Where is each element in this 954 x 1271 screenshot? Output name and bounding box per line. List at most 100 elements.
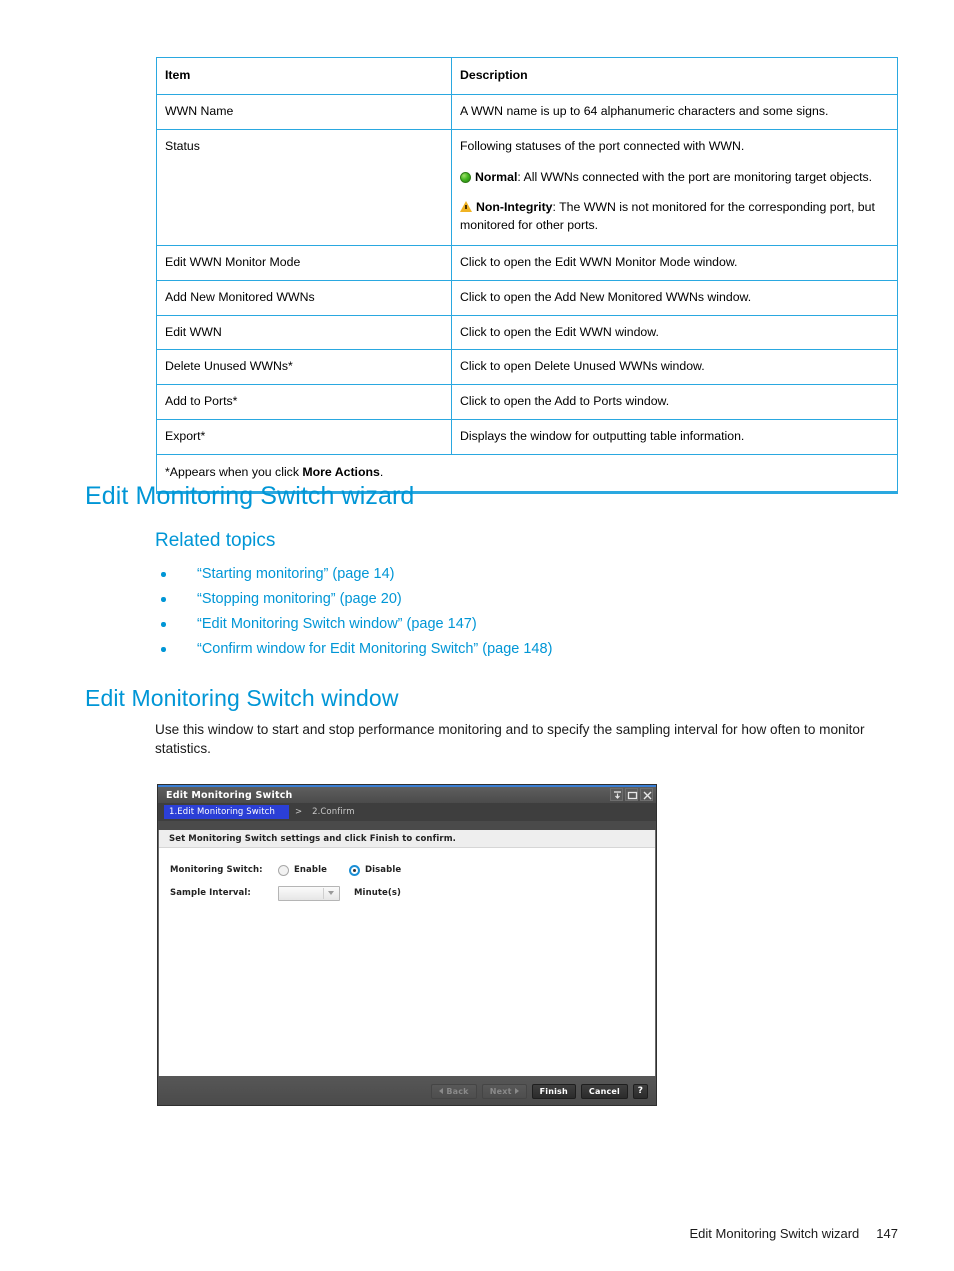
sample-interval-label: Sample Interval: [170, 888, 251, 898]
footnote-prefix: *Appears when you click [165, 464, 303, 479]
step-1-edit-monitoring-switch[interactable]: 1.Edit Monitoring Switch [164, 805, 289, 819]
sample-interval-unit: Minute(s) [354, 888, 402, 898]
dialog-title-bar: Edit Monitoring Switch [158, 787, 656, 803]
related-topics-list: “Starting monitoring” (page 14) “Stoppin… [155, 565, 855, 665]
cell-description: Displays the window for outputting table… [451, 419, 898, 455]
related-topic-link[interactable]: “Stopping monitoring” (page 20) [197, 591, 402, 607]
monitoring-switch-row: Monitoring Switch: Enable Disable [170, 860, 655, 880]
list-item[interactable]: “Confirm window for Edit Monitoring Swit… [155, 640, 855, 660]
dialog-form: Monitoring Switch: Enable Disable Sample… [159, 848, 655, 903]
dialog-window-buttons [610, 788, 653, 801]
footer-title: Edit Monitoring Switch wizard [689, 1226, 860, 1241]
bullet-icon [161, 597, 166, 602]
maximize-icon[interactable] [625, 788, 638, 801]
table-row: Export* Displays the window for outputti… [156, 419, 898, 455]
step-separator-icon: > [294, 807, 303, 817]
bullet-icon [161, 647, 166, 652]
bullet-icon [161, 572, 166, 577]
cell-item: Add to Ports* [156, 384, 452, 421]
cell-description: A WWN name is up to 64 alphanumeric char… [451, 93, 898, 130]
footnote-bold: More Actions [302, 464, 380, 479]
column-header-item: Item [156, 57, 452, 95]
radio-disable-input[interactable] [348, 864, 360, 876]
radio-enable-input[interactable] [278, 864, 289, 876]
table-row: Edit WWN Click to open the Edit WWN wind… [156, 314, 898, 351]
page-number: 147 [876, 1226, 898, 1241]
cell-description: Click to open the Add to Ports window. [451, 384, 898, 421]
reference-table: Item Description WWN Name A WWN name is … [156, 57, 898, 494]
cell-item: Status [156, 128, 452, 246]
step-2-confirm[interactable]: 2.Confirm [308, 805, 359, 819]
chevron-right-icon [514, 1088, 519, 1094]
back-button-label: Back [446, 1086, 469, 1096]
list-item[interactable]: “Edit Monitoring Switch window” (page 14… [155, 615, 855, 635]
dialog-step-nav: 1.Edit Monitoring Switch > 2.Confirm [158, 803, 656, 821]
related-topic-link[interactable]: “Starting monitoring” (page 14) [197, 566, 394, 582]
status-intro: Following statuses of the port connected… [460, 138, 745, 153]
sample-interval-dropdown[interactable] [278, 885, 340, 901]
status-warning-line: Non-Integrity: The WWN is not monitored … [460, 199, 889, 235]
finish-button[interactable]: Finish [531, 1083, 576, 1099]
list-item[interactable]: “Starting monitoring” (page 14) [155, 565, 855, 585]
collapse-icon[interactable] [610, 788, 623, 801]
table-row: Add to Ports* Click to open the Add to P… [156, 384, 898, 421]
chevron-left-icon [439, 1088, 444, 1094]
cell-description: Click to open the Edit WWN Monitor Mode … [451, 244, 898, 281]
monitoring-switch-label: Monitoring Switch: [170, 865, 263, 875]
dialog-button-bar: Back Next Finish Cancel ? [158, 1076, 656, 1105]
related-topics-heading: Related topics [155, 530, 276, 551]
dialog-content-area: Set Monitoring Switch settings and click… [158, 830, 656, 1076]
finish-button-label: Finish [539, 1086, 568, 1096]
table-row: Edit WWN Monitor Mode Click to open the … [156, 244, 898, 281]
cancel-button-label: Cancel [588, 1086, 620, 1096]
section-paragraph: Use this window to start and stop perfor… [155, 722, 865, 757]
help-button[interactable]: ? [633, 1083, 648, 1099]
dialog-instruction-text: Set Monitoring Switch settings and click… [159, 830, 655, 848]
cell-description: Following statuses of the port connected… [451, 128, 898, 246]
footnote-suffix: . [379, 464, 384, 479]
table-row: Delete Unused WWNs* Click to open Delete… [156, 349, 898, 386]
radio-disable-label: Disable [364, 865, 402, 875]
cell-item: Edit WWN Monitor Mode [156, 244, 452, 281]
cell-item: Edit WWN [156, 314, 452, 351]
related-topic-link[interactable]: “Confirm window for Edit Monitoring Swit… [197, 641, 552, 657]
status-warning-label: Non-Integrity [476, 200, 553, 215]
table-row: WWN Name A WWN name is up to 64 alphanum… [156, 93, 898, 130]
cell-item: Export* [156, 419, 452, 455]
edit-monitoring-switch-dialog: Edit Monitoring Switch 1.Edit Monitoring… [157, 784, 657, 1106]
status-normal-line: Normal: All WWNs connected with the port… [460, 169, 889, 187]
cell-description: Click to open Delete Unused WWNs window. [451, 349, 898, 386]
status-normal-text: : All WWNs connected with the port are m… [517, 170, 873, 185]
sample-interval-row: Sample Interval: Minute(s) [170, 883, 655, 903]
page-footer: Edit Monitoring Switch wizard 147 [690, 1226, 899, 1241]
cell-item: WWN Name [156, 93, 452, 130]
column-header-description: Description [451, 57, 898, 95]
bullet-icon [161, 622, 166, 627]
related-topic-link[interactable]: “Edit Monitoring Switch window” (page 14… [197, 616, 477, 632]
chevron-down-icon [328, 891, 334, 895]
table-row: Add New Monitored WWNs Click to open the… [156, 279, 898, 316]
next-button-label: Next [489, 1086, 512, 1096]
close-icon[interactable] [640, 788, 653, 801]
table-row: Status Following statuses of the port co… [156, 128, 898, 246]
cell-description: Click to open the Add New Monitored WWNs… [451, 279, 898, 316]
cancel-button[interactable]: Cancel [580, 1083, 628, 1099]
back-button[interactable]: Back [431, 1083, 477, 1099]
cell-item: Add New Monitored WWNs [156, 279, 452, 316]
table-header-row: Item Description [156, 57, 898, 95]
next-button[interactable]: Next [481, 1083, 527, 1099]
radio-option-disable[interactable]: Disable [348, 864, 402, 876]
radio-enable-label: Enable [294, 865, 327, 875]
help-button-label: ? [637, 1086, 644, 1096]
list-item[interactable]: “Stopping monitoring” (page 20) [155, 590, 855, 610]
page-title: Edit Monitoring Switch wizard [85, 482, 415, 510]
dialog-title: Edit Monitoring Switch [166, 789, 293, 801]
radio-option-enable[interactable]: Enable [278, 864, 327, 876]
warning-triangle-icon [460, 201, 472, 213]
combo-divider [323, 887, 324, 899]
green-circle-icon [460, 172, 471, 184]
section-heading-window: Edit Monitoring Switch window [85, 685, 399, 711]
cell-description: Click to open the Edit WWN window. [451, 314, 898, 351]
status-normal-label: Normal [475, 170, 518, 185]
cell-item: Delete Unused WWNs* [156, 349, 452, 386]
